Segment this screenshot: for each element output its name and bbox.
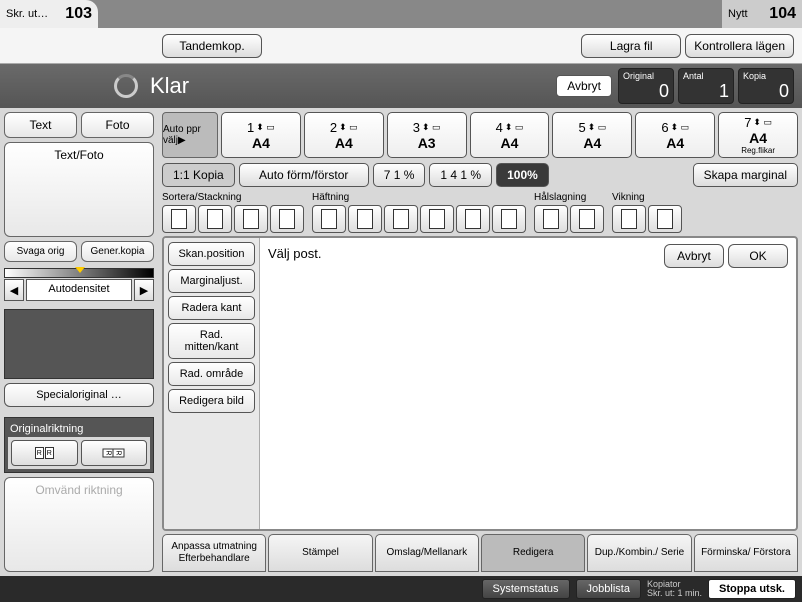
- stack-button[interactable]: [234, 205, 268, 233]
- orientation-title: Originalriktning: [8, 421, 150, 437]
- left-panel: Text Foto Text/Foto Svaga orig Gener.kop…: [0, 108, 158, 576]
- tab-duplex-combine[interactable]: Dup./Kombin./ Serie: [587, 534, 691, 572]
- staple-topleft-button[interactable]: [312, 205, 346, 233]
- top-tab-bar: Skr. ut… 103 Nytt 104: [0, 0, 802, 28]
- original-preview: [4, 309, 154, 379]
- status-bar: Klar Avbryt Original 0 Antal 1 Kopia 0: [0, 64, 802, 108]
- mode-pale-button[interactable]: Svaga orig: [4, 241, 77, 262]
- top-tab-new-num: 104: [769, 5, 796, 23]
- counter-original: Original 0: [618, 68, 674, 104]
- tandem-copy-button[interactable]: Tandemkop.: [162, 34, 262, 58]
- staple-label: Häftning: [312, 192, 526, 203]
- tab-reduce-enlarge[interactable]: Förminska/ Förstora: [694, 534, 798, 572]
- top-tab-print-label: Skr. ut…: [6, 8, 48, 20]
- counter-copy: Kopia 0: [738, 68, 794, 104]
- special-original-button[interactable]: Specialoriginal …: [4, 383, 154, 407]
- full-size-button[interactable]: 1:1 Kopia: [162, 163, 235, 187]
- status-text: Klar: [150, 73, 189, 99]
- auto-reduce-enlarge-button[interactable]: Auto förm/förstor: [239, 163, 369, 187]
- orientation-readable-button[interactable]: RR: [11, 440, 78, 466]
- rotate-stack-button[interactable]: [270, 205, 304, 233]
- store-file-button[interactable]: Lagra fil: [581, 34, 681, 58]
- mode-text-button[interactable]: Text: [4, 112, 77, 138]
- zoom-100-button[interactable]: 100%: [496, 163, 549, 187]
- staple-center-button[interactable]: [492, 205, 526, 233]
- counter-group: Original 0 Antal 1 Kopia 0: [618, 68, 794, 104]
- counter-quantity: Antal 1: [678, 68, 734, 104]
- staple-left2-button[interactable]: [384, 205, 418, 233]
- punch-label: Hålslagning: [534, 192, 604, 203]
- image-edit-button[interactable]: Redigera bild: [168, 389, 255, 413]
- edit-ok-button[interactable]: OK: [728, 244, 788, 268]
- paper-tray-3[interactable]: 3⬍ ▭ A3: [387, 112, 467, 158]
- orientation-panel: Originalriktning RR RR: [4, 417, 154, 473]
- top-tab-new[interactable]: Nytt 104: [722, 0, 802, 28]
- toolbar: Tandemkop. Lagra fil Kontrollera lägen: [0, 28, 802, 64]
- punch-top-button[interactable]: [570, 205, 604, 233]
- margin-adjust-button[interactable]: Marginaljust.: [168, 269, 255, 293]
- auto-paper-select-button[interactable]: Auto ppr välj▶: [162, 112, 218, 158]
- tab-cover-slip[interactable]: Omslag/Mellanark: [375, 534, 479, 572]
- paper-tray-6[interactable]: 6⬍ ▭ A4: [635, 112, 715, 158]
- density-control: ◀ Autodensitet ▶: [4, 268, 154, 301]
- punch-left-button[interactable]: [534, 205, 568, 233]
- mode-textphoto-button[interactable]: Text/Foto: [4, 142, 154, 237]
- paper-tray-4[interactable]: 4⬍ ▭ A4: [470, 112, 550, 158]
- top-tab-print[interactable]: Skr. ut… 103: [0, 0, 98, 28]
- create-margin-button[interactable]: Skapa marginal: [693, 163, 798, 187]
- density-label[interactable]: Autodensitet: [26, 279, 132, 301]
- stop-print-button[interactable]: Stoppa utsk.: [708, 579, 796, 599]
- paper-tray-row: Auto ppr välj▶ 1⬍ ▭ A4 2⬍ ▭ A4 3⬍ ▭ A3 4…: [162, 112, 798, 158]
- top-tab-new-label: Nytt: [728, 8, 748, 20]
- reverse-orientation-button[interactable]: Omvänd riktning: [4, 477, 154, 572]
- paper-tray-2[interactable]: 2⬍ ▭ A4: [304, 112, 384, 158]
- erase-center-border-button[interactable]: Rad. mitten/kant: [168, 323, 255, 359]
- tab-edit[interactable]: Redigera: [481, 534, 585, 572]
- check-modes-button[interactable]: Kontrollera lägen: [685, 34, 794, 58]
- mode-generation-button[interactable]: Gener.kopia: [81, 241, 154, 262]
- paper-tray-7[interactable]: 7⬍ ▭ A4 Reg.flikar: [718, 112, 798, 158]
- fold-label: Vikning: [612, 192, 682, 203]
- bottom-tab-bar: Anpassa utmatning Efterbehandlare Stämpe…: [162, 534, 798, 572]
- zoom-row: 1:1 Kopia Auto förm/förstor 7 1 % 1 4 1 …: [162, 161, 798, 189]
- sort-button[interactable]: [162, 205, 196, 233]
- paper-tray-1[interactable]: 1⬍ ▭ A4: [221, 112, 301, 158]
- zoom-71-button[interactable]: 7 1 %: [373, 163, 426, 187]
- staple-right-button[interactable]: [456, 205, 490, 233]
- sort-stack-label: Sortera/Stackning: [162, 192, 304, 203]
- orientation-unreadable-button[interactable]: RR: [81, 440, 148, 466]
- erase-border-button[interactable]: Radera kant: [168, 296, 255, 320]
- erase-area-button[interactable]: Rad. område: [168, 362, 255, 386]
- fold-z-button[interactable]: [648, 205, 682, 233]
- rotate-sort-button[interactable]: [198, 205, 232, 233]
- job-list-button[interactable]: Jobblista: [576, 579, 641, 599]
- density-lighter-button[interactable]: ◀: [4, 279, 24, 301]
- fold-half-button[interactable]: [612, 205, 646, 233]
- zoom-141-button[interactable]: 1 4 1 %: [429, 163, 492, 187]
- tab-stamp[interactable]: Stämpel: [268, 534, 372, 572]
- edit-sidebar: Skan.position Marginaljust. Radera kant …: [164, 238, 260, 529]
- density-darker-button[interactable]: ▶: [134, 279, 154, 301]
- tab-finisher[interactable]: Anpassa utmatning Efterbehandlare: [162, 534, 266, 572]
- top-tab-print-num: 103: [65, 5, 92, 23]
- density-marker-icon: [75, 267, 85, 273]
- staple-bottomleft-button[interactable]: [348, 205, 382, 233]
- mode-photo-button[interactable]: Foto: [81, 112, 154, 138]
- footer-info: Kopiator Skr. ut: 1 min.: [647, 580, 702, 598]
- staple-top2-button[interactable]: [420, 205, 454, 233]
- edit-panel: Skan.position Marginaljust. Radera kant …: [162, 236, 798, 531]
- footer-bar: Systemstatus Jobblista Kopiator Skr. ut:…: [0, 576, 802, 602]
- main-panel: Auto ppr välj▶ 1⬍ ▭ A4 2⬍ ▭ A4 3⬍ ▭ A3 4…: [158, 108, 802, 576]
- paper-tray-5[interactable]: 5⬍ ▭ A4: [552, 112, 632, 158]
- edit-cancel-button[interactable]: Avbryt: [664, 244, 724, 268]
- scan-position-button[interactable]: Skan.position: [168, 242, 255, 266]
- edit-main: Välj post. Avbryt OK: [260, 238, 796, 529]
- system-status-button[interactable]: Systemstatus: [482, 579, 570, 599]
- finishing-row: Sortera/Stackning Häftning: [162, 192, 798, 233]
- cancel-button[interactable]: Avbryt: [556, 75, 612, 97]
- density-gradient: [4, 268, 154, 278]
- ready-icon: [114, 74, 138, 98]
